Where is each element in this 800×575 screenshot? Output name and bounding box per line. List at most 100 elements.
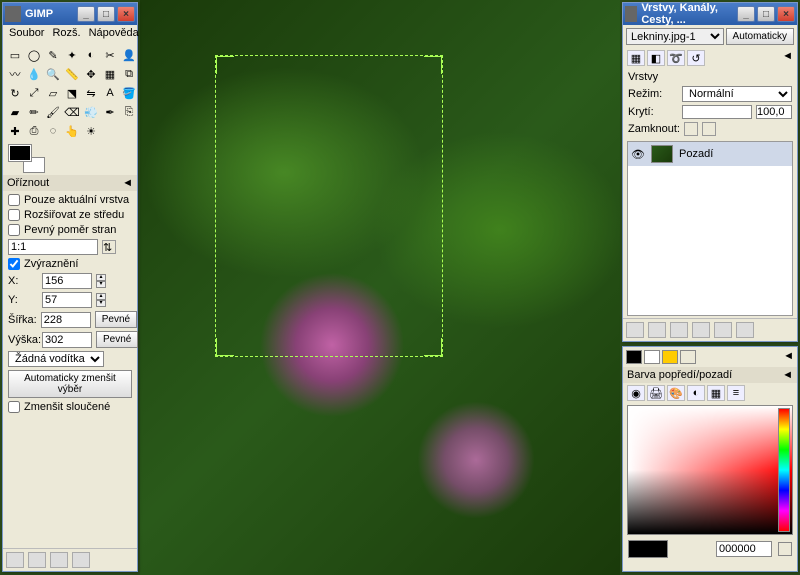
palette-icon[interactable]: ▦ xyxy=(707,385,725,401)
hue-slider[interactable] xyxy=(778,408,790,532)
color-select-tool-icon[interactable]: ◐ xyxy=(82,46,100,64)
airbrush-tool-icon[interactable]: 💨 xyxy=(82,103,100,121)
flip-tool-icon[interactable]: ⇋ xyxy=(82,84,100,102)
y-spinner[interactable]: ▴▾ xyxy=(96,293,106,307)
watercolor-icon[interactable]: 🎨 xyxy=(667,385,685,401)
eraser-tool-icon[interactable]: ⌫ xyxy=(63,103,81,121)
options-restore-icon[interactable] xyxy=(28,552,46,568)
shrink-merged-checkbox[interactable]: Zmenšit sloučené xyxy=(8,401,132,413)
blend-tool-icon[interactable]: ▰ xyxy=(6,103,24,121)
paintbrush-tool-icon[interactable]: 🖌 xyxy=(44,103,62,121)
layer-item[interactable]: 👁 Pozadí xyxy=(628,142,792,166)
dodge-tool-icon[interactable]: ☀ xyxy=(82,122,100,140)
crop-handle-tr[interactable] xyxy=(424,56,442,74)
height-fixed-button[interactable]: Pevné xyxy=(96,331,138,348)
image-canvas[interactable] xyxy=(140,0,620,575)
options-reset-icon[interactable] xyxy=(72,552,90,568)
options-delete-icon[interactable] xyxy=(50,552,68,568)
only-layer-checkbox[interactable]: Pouze aktuální vrstva xyxy=(8,194,132,206)
ellipse-select-tool-icon[interactable]: ◯ xyxy=(25,46,43,64)
dock-menu-icon[interactable]: ◄ xyxy=(783,350,794,364)
blur-tool-icon[interactable]: ◌ xyxy=(44,122,62,140)
ratio-swap-icon[interactable]: ⇅ xyxy=(102,240,116,254)
minimize-button[interactable]: _ xyxy=(77,6,95,22)
move-tool-icon[interactable]: ✥ xyxy=(82,65,100,83)
gimp-picker-icon[interactable]: ◉ xyxy=(627,385,645,401)
image-select[interactable]: Lekniny.jpg-1 xyxy=(626,28,724,45)
cmyk-icon[interactable]: 🖨 xyxy=(647,385,665,401)
zoom-tool-icon[interactable]: 🔍 xyxy=(44,65,62,83)
x-input[interactable] xyxy=(42,273,92,289)
fg-tab-icon[interactable] xyxy=(626,350,642,364)
undo-tab-icon[interactable]: ↺ xyxy=(687,50,705,66)
auto-shrink-button[interactable]: Automaticky zmenšit výběr xyxy=(8,370,132,398)
perspective-clone-tool-icon[interactable]: ⎙ xyxy=(25,122,43,140)
hex-input[interactable] xyxy=(716,541,772,557)
menu-file[interactable]: Soubor xyxy=(9,27,44,41)
wheel-icon[interactable]: ◐ xyxy=(687,385,705,401)
brush-tab-icon[interactable] xyxy=(662,350,678,364)
smudge-tool-icon[interactable]: 👆 xyxy=(63,122,81,140)
channels-tab-icon[interactable]: ◧ xyxy=(647,50,665,66)
rotate-tool-icon[interactable]: ↻ xyxy=(6,84,24,102)
scale-tool-icon[interactable]: ⤢ xyxy=(25,84,43,102)
crop-tool-icon[interactable]: ⧉ xyxy=(120,65,138,83)
clone-tool-icon[interactable]: ⎘ xyxy=(120,103,138,121)
crop-handle-bl[interactable] xyxy=(216,338,234,356)
guides-select[interactable]: Žádná vodítka xyxy=(8,351,104,367)
expand-center-checkbox[interactable]: Rozšiřovat ze středu xyxy=(8,209,132,221)
scissors-tool-icon[interactable]: ✂ xyxy=(101,46,119,64)
color-picker-tool-icon[interactable]: 💧 xyxy=(25,65,43,83)
shear-tool-icon[interactable]: ▱ xyxy=(44,84,62,102)
minimize-button[interactable]: _ xyxy=(737,6,755,22)
delete-layer-icon[interactable] xyxy=(736,322,754,338)
lock-pixels-icon[interactable] xyxy=(684,122,698,136)
maximize-button[interactable]: □ xyxy=(97,6,115,22)
current-color-swatch[interactable] xyxy=(628,540,668,558)
mode-select[interactable]: Normální xyxy=(682,86,792,102)
layers-tab-icon[interactable]: ▦ xyxy=(627,50,645,66)
measure-tool-icon[interactable]: 📏 xyxy=(63,65,81,83)
pattern-tab-icon[interactable] xyxy=(680,350,696,364)
anchor-layer-icon[interactable] xyxy=(714,322,732,338)
free-select-tool-icon[interactable]: ✎ xyxy=(44,46,62,64)
rect-select-tool-icon[interactable]: ▭ xyxy=(6,46,24,64)
auto-button[interactable]: Automaticky xyxy=(726,28,794,45)
paths-tool-icon[interactable]: 〰 xyxy=(6,65,24,83)
ratio-input[interactable] xyxy=(8,239,98,255)
close-button[interactable]: × xyxy=(777,6,795,22)
paths-tab-icon[interactable]: ➰ xyxy=(667,50,685,66)
perspective-tool-icon[interactable]: ⬔ xyxy=(63,84,81,102)
pencil-tool-icon[interactable]: ✏ xyxy=(25,103,43,121)
bucket-fill-tool-icon[interactable]: 🪣 xyxy=(120,84,138,102)
lock-alpha-icon[interactable] xyxy=(702,122,716,136)
align-tool-icon[interactable]: ▦ xyxy=(101,65,119,83)
duplicate-layer-icon[interactable] xyxy=(692,322,710,338)
heal-tool-icon[interactable]: ✚ xyxy=(6,122,24,140)
scales-icon[interactable]: ≡ xyxy=(727,385,745,401)
height-input[interactable] xyxy=(42,332,92,348)
options-save-icon[interactable] xyxy=(6,552,24,568)
color-picker-area[interactable] xyxy=(627,405,793,535)
maximize-button[interactable]: □ xyxy=(757,6,775,22)
fg-bg-color[interactable] xyxy=(9,145,45,173)
menu-help[interactable]: Nápověda xyxy=(89,27,139,41)
layers-titlebar[interactable]: Vrstvy, Kanály, Cesty, ... _ □ × xyxy=(623,3,797,25)
width-fixed-button[interactable]: Pevné xyxy=(95,311,137,328)
close-button[interactable]: × xyxy=(117,6,135,22)
visibility-eye-icon[interactable]: 👁 xyxy=(631,148,645,161)
crop-handle-tl[interactable] xyxy=(216,56,234,74)
fixed-ratio-checkbox[interactable]: Pevný poměr stran xyxy=(8,224,132,236)
layer-list[interactable]: 👁 Pozadí xyxy=(627,141,793,316)
lower-layer-icon[interactable] xyxy=(670,322,688,338)
text-tool-icon[interactable]: A xyxy=(101,84,119,102)
collapse-icon[interactable]: ◄ xyxy=(122,177,133,189)
eyedropper-icon[interactable] xyxy=(778,542,792,556)
fg-select-tool-icon[interactable]: 👤 xyxy=(120,46,138,64)
crop-handle-br[interactable] xyxy=(424,338,442,356)
collapse-icon[interactable]: ◄ xyxy=(782,369,793,381)
menu-ext[interactable]: Rozš. xyxy=(52,27,80,41)
y-input[interactable] xyxy=(42,292,92,308)
toolbox-titlebar[interactable]: GIMP _ □ × xyxy=(3,3,137,25)
fuzzy-select-tool-icon[interactable]: ✦ xyxy=(63,46,81,64)
